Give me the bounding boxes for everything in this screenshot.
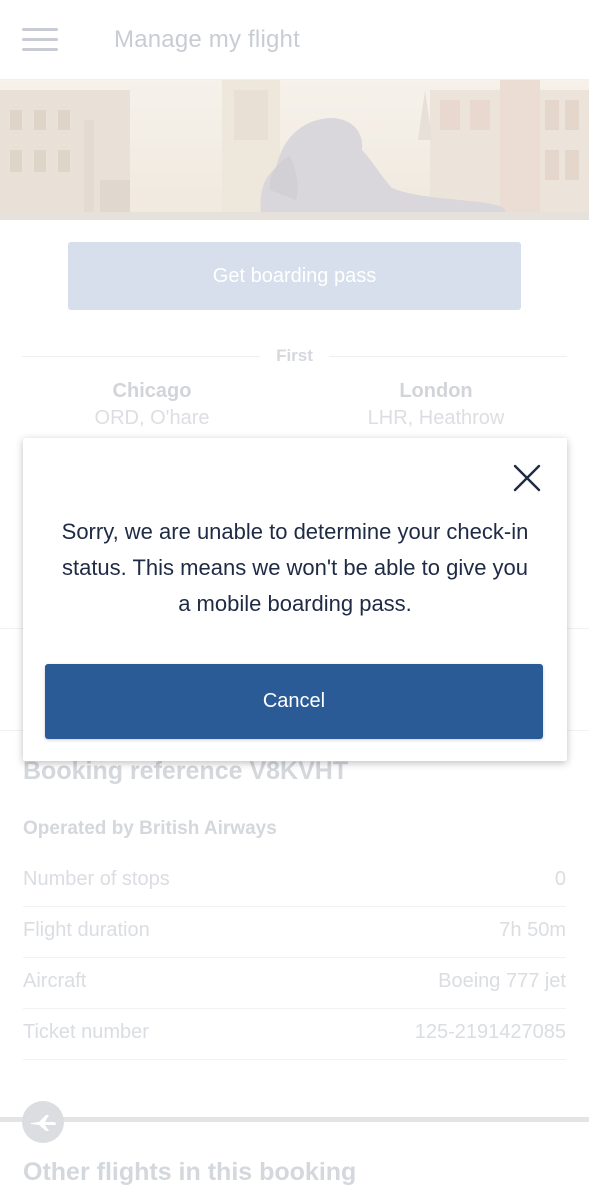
- destination-city-name: London: [399, 380, 473, 402]
- hamburger-menu-icon[interactable]: [22, 26, 58, 54]
- detail-value: Boeing 777 jet: [438, 970, 566, 992]
- booking-reference: Booking reference V8KVHT: [23, 757, 349, 785]
- app-header: Manage my flight: [0, 0, 589, 80]
- detail-row-ticket: Ticket number 125-2191427085: [23, 1009, 566, 1060]
- detail-value: 7h 50m: [499, 919, 566, 941]
- other-flights-heading: Other flights in this booking: [23, 1158, 357, 1186]
- cancel-button[interactable]: Cancel: [45, 664, 543, 739]
- destination-city: London LHR, Heathrow: [306, 380, 566, 430]
- cabin-divider: First: [22, 345, 567, 369]
- origin-airport: ORD, O'hare: [94, 407, 210, 429]
- page-title: Manage my flight: [114, 26, 300, 53]
- detail-label: Number of stops: [23, 868, 170, 890]
- close-icon[interactable]: [511, 462, 543, 494]
- dialog-message: Sorry, we are unable to determine your c…: [61, 519, 529, 616]
- operated-by: Operated by British Airways: [23, 818, 277, 839]
- flight-track-divider: [0, 1117, 589, 1122]
- detail-row-duration: Flight duration 7h 50m: [23, 907, 566, 958]
- detail-label: Ticket number: [23, 1021, 149, 1043]
- detail-label: Flight duration: [23, 919, 150, 941]
- detail-value: 125-2191427085: [414, 1021, 566, 1043]
- hero-image: [0, 80, 589, 220]
- detail-row-aircraft: Aircraft Boeing 777 jet: [23, 958, 566, 1009]
- origin-city: Chicago ORD, O'hare: [22, 380, 282, 430]
- check-in-error-dialog: Sorry, we are unable to determine your c…: [23, 438, 567, 761]
- detail-label: Aircraft: [23, 970, 87, 992]
- detail-value: 0: [554, 868, 566, 890]
- detail-row-stops: Number of stops 0: [23, 856, 566, 907]
- get-boarding-pass-button[interactable]: Get boarding pass: [68, 242, 521, 310]
- origin-city-name: Chicago: [112, 380, 192, 402]
- destination-airport: LHR, Heathrow: [367, 407, 505, 429]
- plane-icon: [22, 1101, 64, 1143]
